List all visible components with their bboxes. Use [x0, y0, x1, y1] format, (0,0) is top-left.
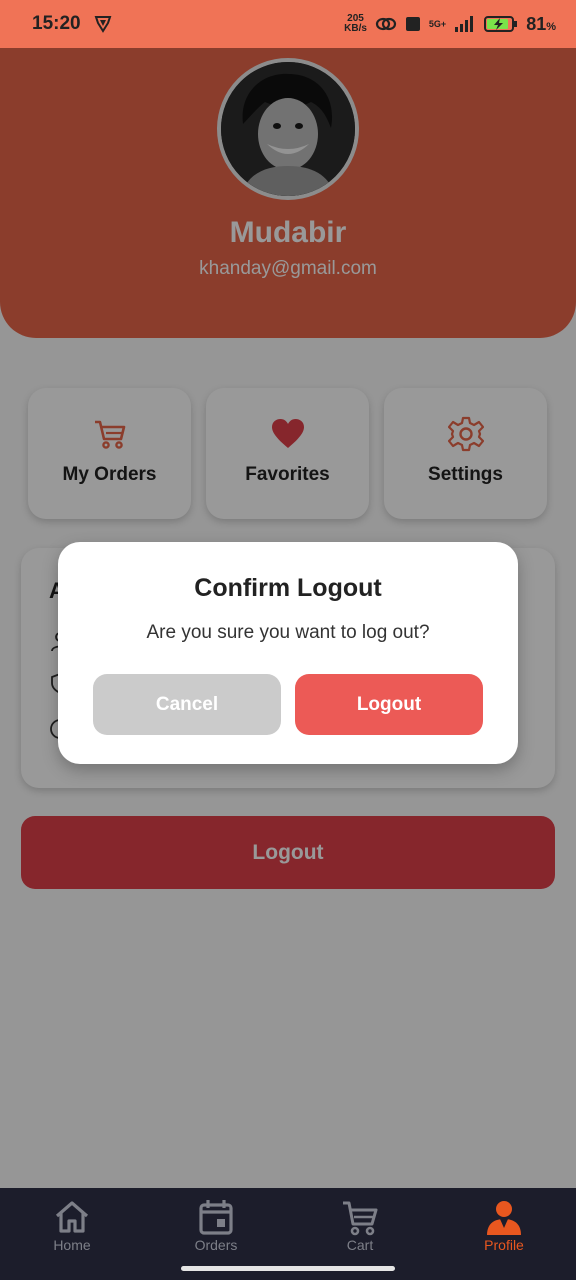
- profile-icon: [487, 1201, 521, 1235]
- network-speed: 205 KB/s: [344, 13, 367, 34]
- nav-label-cart: Cart: [346, 1237, 374, 1253]
- dialog-message: Are you sure you want to log out?: [146, 622, 430, 643]
- confirm-logout-button[interactable]: Logout: [295, 674, 483, 735]
- volte-icon: [405, 17, 420, 31]
- gesture-bar: [0, 1258, 576, 1280]
- status-indicators: 205 KB/s 5G+ 81%: [344, 14, 556, 35]
- hotspot-icon: [375, 17, 397, 31]
- dialog-title: Confirm Logout: [194, 574, 382, 602]
- calendar-icon: [199, 1200, 233, 1235]
- home-indicator[interactable]: [181, 1266, 395, 1271]
- status-time: 15:20: [32, 13, 81, 34]
- nav-item-orders[interactable]: Orders: [144, 1188, 288, 1258]
- nav-label-profile: Profile: [484, 1237, 524, 1253]
- signal-strength-icon: [455, 16, 474, 32]
- shield-icon: [94, 16, 111, 33]
- nav-label-orders: Orders: [194, 1237, 238, 1253]
- nav-label-home: Home: [53, 1237, 91, 1253]
- cancel-button[interactable]: Cancel: [93, 674, 281, 735]
- battery-percent: 81%: [526, 13, 556, 34]
- bottom-nav: Home Orders Cart Profile: [0, 1188, 576, 1258]
- nav-item-cart[interactable]: Cart: [288, 1188, 432, 1258]
- home-icon: [55, 1201, 89, 1233]
- nav-item-profile[interactable]: Profile: [432, 1188, 576, 1258]
- status-bar: 15:20 205 KB/s 5G+ 81%: [0, 0, 576, 48]
- battery-charging-icon: [484, 16, 518, 32]
- cart-icon: [343, 1201, 378, 1236]
- confirm-logout-dialog: Confirm Logout Are you sure you want to …: [58, 542, 518, 764]
- nav-item-home[interactable]: Home: [0, 1188, 144, 1258]
- signal-type: 5G+: [428, 19, 447, 29]
